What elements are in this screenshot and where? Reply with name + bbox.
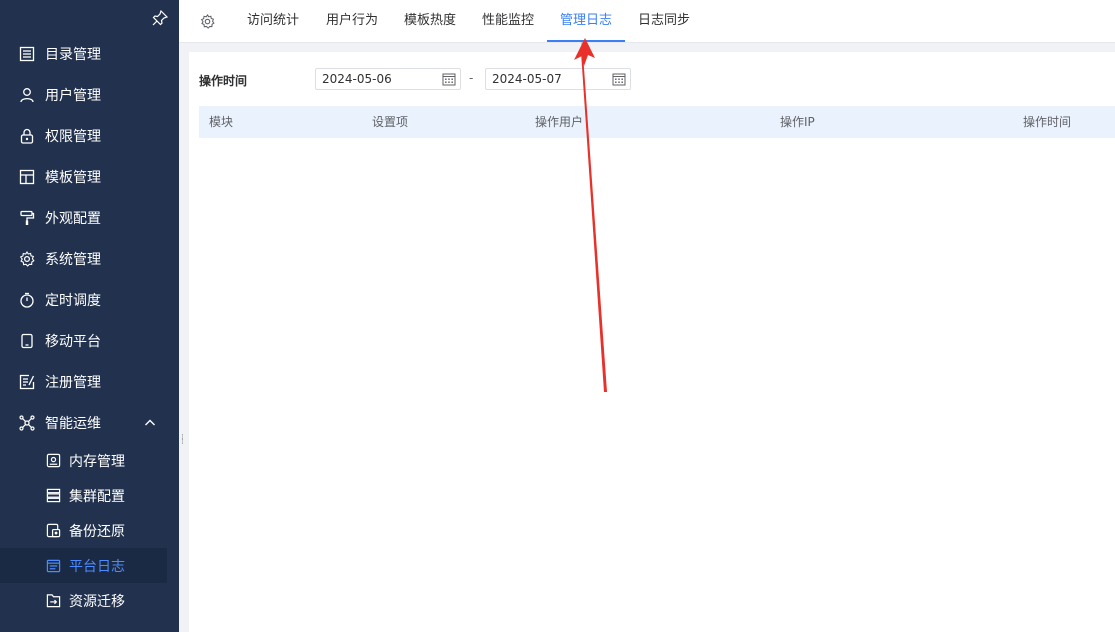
register-icon xyxy=(19,374,35,389)
calendar-icon[interactable] xyxy=(612,72,626,86)
sidebar-item-registration[interactable]: 注册管理 xyxy=(0,361,179,402)
end-date-input[interactable]: 2024-05-07 xyxy=(485,68,631,90)
sidebar-item-catalog[interactable]: 目录管理 xyxy=(0,33,179,74)
settings-gear-icon[interactable] xyxy=(200,14,215,29)
sidebar-item-label: 用户管理 xyxy=(45,87,101,104)
sidebar-item-label: 外观配置 xyxy=(45,210,101,227)
column-header-setting: 设置项 xyxy=(372,115,409,129)
sidebar: 目录管理 用户管理 权限管理 模板管理 外观配置 系统管理 定时调度 移动平台 … xyxy=(0,0,179,632)
sidebar-item-templates[interactable]: 模板管理 xyxy=(0,156,179,197)
sidebar-item-label: 系统管理 xyxy=(45,251,101,268)
sidebar-item-permissions[interactable]: 权限管理 xyxy=(0,115,179,156)
sidebar-item-label: 注册管理 xyxy=(45,374,101,391)
tab-bar: 访问统计 用户行为 模板热度 性能监控 管理日志 日志同步 xyxy=(179,0,1115,43)
column-header-ip: 操作IP xyxy=(780,115,815,129)
table-header: 模块 设置项 操作用户 操作IP 操作时间 xyxy=(199,106,1115,138)
list-icon xyxy=(19,46,35,61)
end-date-value: 2024-05-07 xyxy=(492,72,562,86)
network-icon xyxy=(19,414,35,431)
sidebar-item-users[interactable]: 用户管理 xyxy=(0,74,179,115)
log-icon xyxy=(46,559,61,573)
column-header-time: 操作时间 xyxy=(1023,115,1072,129)
column-header-user: 操作用户 xyxy=(535,115,584,129)
start-date-input[interactable]: 2024-05-06 xyxy=(315,68,461,90)
sidebar-subitem-cluster[interactable]: 集群配置 xyxy=(0,478,179,513)
gear-icon xyxy=(19,250,35,267)
sidebar-item-ops[interactable]: 智能运维 xyxy=(0,402,179,443)
tab-performance[interactable]: 性能监控 xyxy=(476,0,540,42)
sidebar-item-label: 模板管理 xyxy=(45,169,101,186)
sidebar-item-system[interactable]: 系统管理 xyxy=(0,238,179,279)
sidebar-subitem-label: 备份还原 xyxy=(69,523,125,540)
sidebar-item-label: 移动平台 xyxy=(45,333,101,350)
main-content: 操作时间 2024-05-06 - 2024-05-07 模块 设置项 操作用户… xyxy=(189,52,1115,632)
sidebar-menu: 目录管理 用户管理 权限管理 模板管理 外观配置 系统管理 定时调度 移动平台 … xyxy=(0,33,179,618)
calendar-icon[interactable] xyxy=(442,72,456,86)
sidebar-item-label: 定时调度 xyxy=(45,292,101,309)
backup-icon xyxy=(46,523,61,538)
mobile-icon xyxy=(21,333,33,348)
user-icon xyxy=(20,87,34,102)
sidebar-subitem-label: 内存管理 xyxy=(69,453,125,470)
tab-template-heat[interactable]: 模板热度 xyxy=(398,0,462,42)
filter-label: 操作时间 xyxy=(199,74,248,88)
timer-icon xyxy=(20,292,34,308)
sidebar-subitem-memory[interactable]: 内存管理 xyxy=(0,443,179,478)
sidebar-item-appearance[interactable]: 外观配置 xyxy=(0,197,179,238)
sidebar-subitem-label: 平台日志 xyxy=(69,558,125,575)
sidebar-subitem-label: 集群配置 xyxy=(69,488,125,505)
lock-icon xyxy=(20,128,34,144)
sidebar-item-label: 目录管理 xyxy=(45,46,101,63)
chevron-up-icon[interactable] xyxy=(144,417,156,429)
pin-icon[interactable] xyxy=(152,10,168,26)
paint-roller-icon xyxy=(20,210,35,225)
sidebar-item-scheduling[interactable]: 定时调度 xyxy=(0,279,179,320)
migrate-icon xyxy=(46,594,61,608)
start-date-value: 2024-05-06 xyxy=(322,72,392,86)
sidebar-resize-handle[interactable]: ⁞ ⁞ xyxy=(181,434,186,448)
sidebar-subitem-backup[interactable]: 备份还原 xyxy=(0,513,179,548)
column-header-module: 模块 xyxy=(209,115,234,129)
memory-icon xyxy=(46,453,61,468)
sidebar-item-label: 智能运维 xyxy=(45,415,101,432)
template-icon xyxy=(19,169,35,184)
sidebar-subitem-migration[interactable]: 资源迁移 xyxy=(0,583,179,618)
tab-user-behavior[interactable]: 用户行为 xyxy=(320,0,384,42)
date-range-separator: - xyxy=(469,71,474,85)
sidebar-submenu-ops: 内存管理 集群配置 备份还原 平台日志 资源迁移 xyxy=(0,443,179,618)
app-window: 目录管理 用户管理 权限管理 模板管理 外观配置 系统管理 定时调度 移动平台 … xyxy=(0,0,1115,632)
sidebar-item-mobile[interactable]: 移动平台 xyxy=(0,320,179,361)
sidebar-subitem-label: 资源迁移 xyxy=(69,593,125,610)
tab-log-sync[interactable]: 日志同步 xyxy=(632,0,696,42)
sidebar-item-label: 权限管理 xyxy=(45,128,101,145)
tab-admin-log[interactable]: 管理日志 xyxy=(547,0,625,42)
sidebar-subitem-platform-log[interactable]: 平台日志 xyxy=(0,548,167,583)
tab-visit-stats[interactable]: 访问统计 xyxy=(241,0,305,42)
server-icon xyxy=(46,488,61,503)
